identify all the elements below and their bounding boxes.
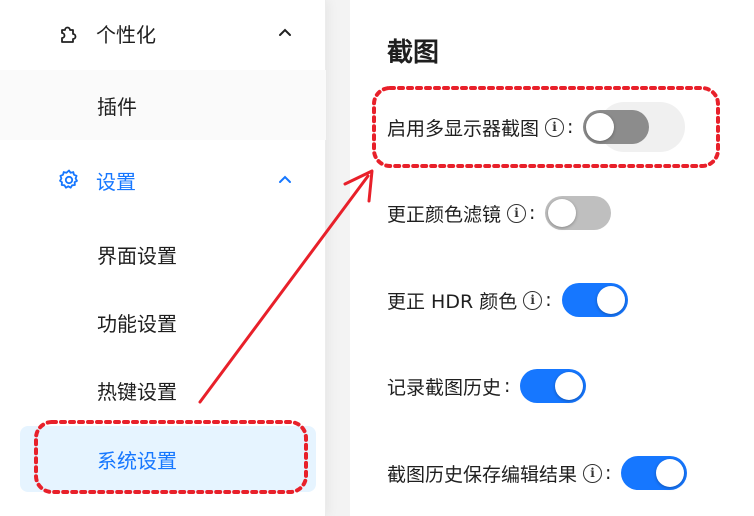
sidebar-group-label: 设置: [96, 169, 136, 194]
sidebar-item-label: 插件: [97, 94, 137, 119]
option-label: 启用多显示器截图: [387, 117, 540, 140]
option-colon: :: [545, 289, 552, 311]
info-icon[interactable]: i: [523, 290, 543, 310]
gear-icon: [56, 167, 82, 193]
sidebar-item-system-settings[interactable]: 系统设置: [20, 426, 316, 492]
sidebar-group-label: 个性化: [96, 22, 156, 47]
sidebar-item-ui-settings[interactable]: 界面设置: [0, 220, 326, 288]
multi-monitor-toggle[interactable]: [583, 110, 650, 144]
screenshot-history-toggle[interactable]: [520, 369, 587, 403]
settings-panel: 截图 启用多显示器截图 i : 更正颜色滤镜 i : 更正 HDR 颜色 i :…: [350, 0, 754, 516]
app-window: 个性化 插件 设置 界面设置 功能设置 热键设置 系统设置 截图 启用多显示器截…: [0, 0, 754, 516]
option-colon: :: [504, 375, 511, 397]
toggle-knob: [656, 459, 685, 487]
toggle-knob: [548, 199, 577, 227]
sidebar-item-hotkey-settings[interactable]: 热键设置: [0, 356, 326, 424]
option-multi-monitor: 启用多显示器截图 i :: [387, 107, 650, 147]
option-label: 更正颜色滤镜: [387, 203, 502, 226]
info-icon[interactable]: i: [507, 203, 527, 223]
option-label: 更正 HDR 颜色: [387, 290, 518, 313]
option-history-save-edits: 截图历史保存编辑结果 i :: [387, 453, 688, 493]
sidebar-item-label: 功能设置: [97, 311, 177, 336]
option-colon: :: [605, 462, 612, 484]
sidebar-item-label: 界面设置: [97, 243, 177, 268]
sidebar: 个性化 插件 设置 界面设置 功能设置 热键设置 系统设置: [0, 0, 326, 516]
history-save-edits-toggle[interactable]: [621, 456, 688, 490]
option-hdr-color: 更正 HDR 颜色 i :: [387, 280, 628, 320]
option-colon: :: [567, 116, 574, 138]
puzzle-icon: [56, 20, 82, 46]
sidebar-item-label: 系统设置: [97, 448, 177, 473]
sidebar-item-plugins[interactable]: 插件: [0, 70, 326, 140]
option-label: 截图历史保存编辑结果: [387, 463, 578, 486]
option-colon: :: [529, 202, 536, 224]
sidebar-item-feature-settings[interactable]: 功能设置: [0, 288, 326, 356]
chevron-up-icon: [276, 171, 294, 189]
sidebar-group-settings[interactable]: 设置: [0, 146, 326, 214]
hdr-color-toggle[interactable]: [561, 283, 628, 317]
color-filter-toggle[interactable]: [545, 196, 612, 230]
section-title: 截图: [387, 38, 440, 68]
option-color-filter: 更正颜色滤镜 i :: [387, 193, 612, 233]
sidebar-item-label: 热键设置: [97, 379, 177, 404]
option-screenshot-history: 记录截图历史 :: [387, 366, 587, 406]
info-icon[interactable]: i: [583, 463, 603, 483]
toggle-knob: [586, 113, 615, 141]
option-label: 记录截图历史: [387, 376, 502, 399]
toggle-knob: [555, 372, 584, 400]
chevron-up-icon: [276, 24, 294, 42]
sidebar-group-personalize[interactable]: 个性化: [0, 0, 326, 66]
toggle-knob: [596, 286, 625, 314]
info-icon[interactable]: i: [545, 117, 565, 137]
